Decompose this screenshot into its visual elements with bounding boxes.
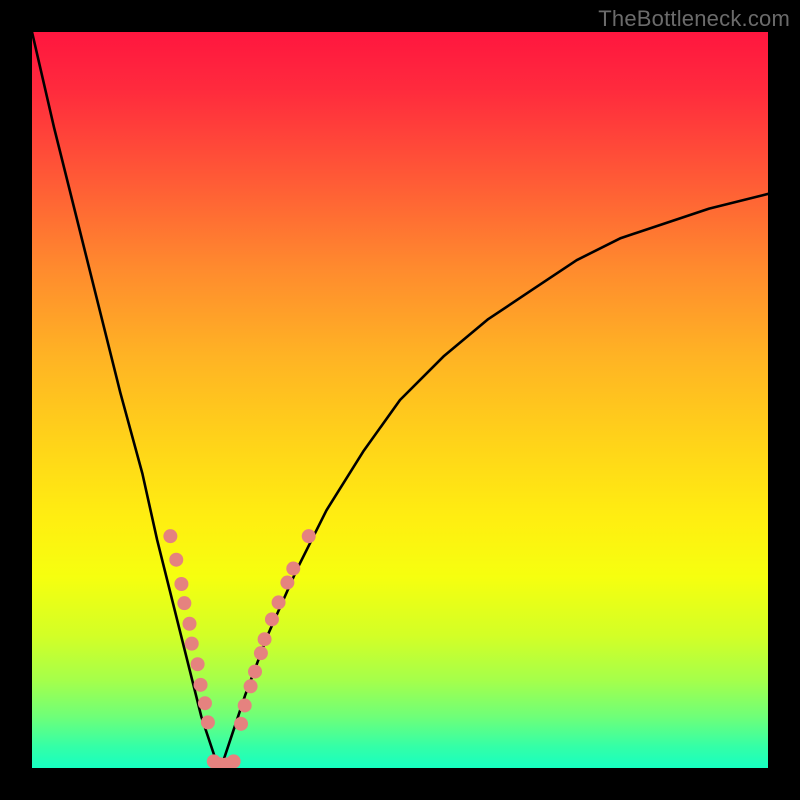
marker-dot (185, 637, 199, 651)
marker-dot (191, 657, 205, 671)
marker-dot (194, 678, 208, 692)
chart-svg (32, 32, 768, 768)
marker-layer (163, 529, 315, 768)
marker-dot (272, 595, 286, 609)
marker-dot (280, 576, 294, 590)
series-bottleneck-curve (32, 32, 768, 768)
marker-dot (198, 696, 212, 710)
marker-dot (234, 717, 248, 731)
curve-layer (32, 32, 768, 768)
chart-frame: TheBottleneck.com (0, 0, 800, 800)
marker-dot (238, 698, 252, 712)
marker-dot (201, 715, 215, 729)
marker-dot (265, 612, 279, 626)
marker-dot (183, 617, 197, 631)
marker-dot (177, 596, 191, 610)
plot-area (32, 32, 768, 768)
marker-dot (248, 665, 262, 679)
marker-dot (227, 754, 241, 768)
marker-dot (302, 529, 316, 543)
marker-dot (174, 577, 188, 591)
marker-dot (244, 679, 258, 693)
watermark-text: TheBottleneck.com (598, 6, 790, 32)
marker-dot (254, 646, 268, 660)
marker-dot (163, 529, 177, 543)
marker-dot (286, 562, 300, 576)
marker-dot (258, 632, 272, 646)
marker-dot (169, 553, 183, 567)
